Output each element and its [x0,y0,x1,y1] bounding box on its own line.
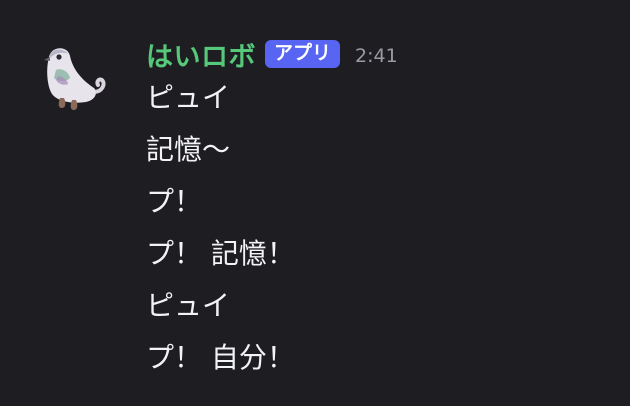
message-line: プ！ 自分！ [146,341,295,374]
message-line: プ！ 記憶！ [146,237,295,270]
avatar[interactable] [36,40,116,120]
message-header: はいロボ アプリ 2:41 [146,34,398,74]
chat-message: はいロボ アプリ 2:41 ピュイ 記憶〜 プ！ プ！ 記憶！ ピュイ プ！ 自… [0,0,630,406]
pigeon-robot-avatar-icon [44,48,106,110]
app-badge: アプリ [265,40,341,68]
message-content: ピュイ 記憶〜 プ！ プ！ 記憶！ ピュイ プ！ 自分！ [146,76,295,388]
message-line: ピュイ [146,81,231,114]
message-line: ピュイ [146,289,231,322]
message-line: 記憶〜 [146,133,231,166]
username[interactable]: はいロボ [146,35,256,74]
message-line: プ！ [146,185,203,218]
timestamp[interactable]: 2:41 [355,45,398,67]
